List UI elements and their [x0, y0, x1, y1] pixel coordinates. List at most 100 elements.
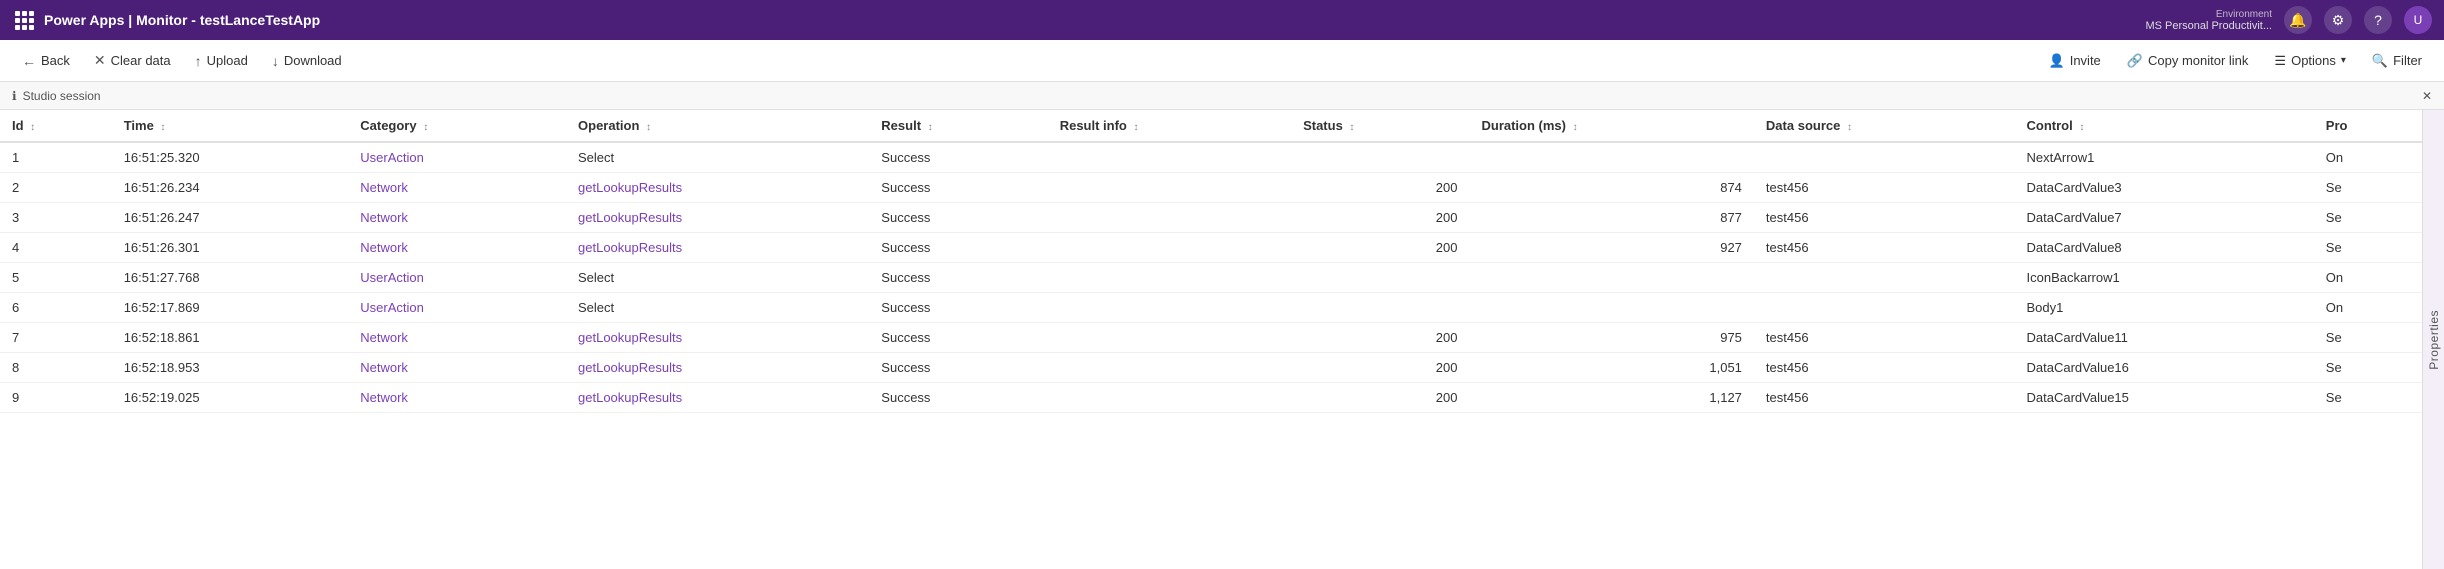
table-cell: 200: [1291, 383, 1469, 413]
col-time[interactable]: Time ↕: [112, 110, 349, 142]
table-cell: 16:52:19.025: [112, 383, 349, 413]
table-row[interactable]: 716:52:18.861NetworkgetLookupResultsSucc…: [0, 323, 2422, 353]
col-category[interactable]: Category ↕: [348, 110, 566, 142]
copy-monitor-link-button[interactable]: 🔗 Copy monitor link: [2117, 48, 2259, 74]
table-row[interactable]: 916:52:19.025NetworkgetLookupResultsSucc…: [0, 383, 2422, 413]
filter-label: Filter: [2393, 53, 2422, 68]
table-cell: getLookupResults: [566, 323, 869, 353]
back-icon: ←: [22, 53, 36, 69]
table-cell: getLookupResults: [566, 353, 869, 383]
table-cell: test456: [1754, 233, 2015, 263]
table-cell: 16:52:18.861: [112, 323, 349, 353]
table-cell: On: [2314, 293, 2422, 323]
app-title: Power Apps | Monitor - testLanceTestApp: [44, 12, 2137, 28]
settings-icon[interactable]: ⚙: [2324, 6, 2352, 34]
table-cell: Network: [348, 323, 566, 353]
table-cell: Success: [869, 293, 1047, 323]
col-result[interactable]: Result ↕: [869, 110, 1047, 142]
download-button[interactable]: ↓ Download: [262, 48, 352, 74]
invite-button[interactable]: 👤 Invite: [2039, 48, 2111, 74]
table-cell: Network: [348, 203, 566, 233]
table-cell: test456: [1754, 203, 2015, 233]
table-cell: 200: [1291, 203, 1469, 233]
table-cell: NextArrow1: [2015, 142, 2314, 173]
col-pro[interactable]: Pro: [2314, 110, 2422, 142]
table-cell: Network: [348, 173, 566, 203]
upload-button[interactable]: ↑ Upload: [185, 48, 258, 74]
table-cell: 16:52:17.869: [112, 293, 349, 323]
top-nav-bar: Power Apps | Monitor - testLanceTestApp …: [0, 0, 2444, 40]
table-cell: Select: [566, 142, 869, 173]
table-cell: [1048, 142, 1291, 173]
table-cell: [1048, 353, 1291, 383]
table-cell: On: [2314, 142, 2422, 173]
col-data-source[interactable]: Data source ↕: [1754, 110, 2015, 142]
table-cell: getLookupResults: [566, 383, 869, 413]
table-cell: [1469, 263, 1753, 293]
table-cell: DataCardValue3: [2015, 173, 2314, 203]
options-icon: ☰: [2274, 53, 2286, 69]
table-cell: Success: [869, 353, 1047, 383]
table-cell: 5: [0, 263, 112, 293]
properties-panel[interactable]: Properties: [2422, 110, 2444, 569]
back-button[interactable]: ← Back: [12, 48, 80, 74]
notifications-icon[interactable]: 🔔: [2284, 6, 2312, 34]
table-cell: Success: [869, 383, 1047, 413]
table-cell: test456: [1754, 353, 2015, 383]
table-cell: Network: [348, 353, 566, 383]
table-cell: 8: [0, 353, 112, 383]
session-label: Studio session: [23, 89, 101, 103]
filter-button[interactable]: 🔍 Filter: [2362, 48, 2432, 74]
properties-label: Properties: [2427, 310, 2441, 370]
table-row[interactable]: 416:51:26.301NetworkgetLookupResultsSucc…: [0, 233, 2422, 263]
table-cell: Se: [2314, 323, 2422, 353]
table-cell: 16:51:26.301: [112, 233, 349, 263]
table-cell: 3: [0, 203, 112, 233]
table-row[interactable]: 616:52:17.869UserActionSelectSuccessBody…: [0, 293, 2422, 323]
table-cell: Network: [348, 233, 566, 263]
table-cell: Body1: [2015, 293, 2314, 323]
options-button[interactable]: ☰ Options ▾: [2264, 48, 2356, 74]
col-duration[interactable]: Duration (ms) ↕: [1469, 110, 1753, 142]
table-cell: 7: [0, 323, 112, 353]
col-status[interactable]: Status ↕: [1291, 110, 1469, 142]
session-info-icon: ℹ: [12, 89, 17, 103]
table-cell: Success: [869, 233, 1047, 263]
table-cell: 1,051: [1469, 353, 1753, 383]
session-bar: ℹ Studio session ✕: [0, 82, 2444, 110]
table-cell: 200: [1291, 353, 1469, 383]
table-row[interactable]: 116:51:25.320UserActionSelectSuccessNext…: [0, 142, 2422, 173]
table-cell: test456: [1754, 383, 2015, 413]
table-row[interactable]: 516:51:27.768UserActionSelectSuccessIcon…: [0, 263, 2422, 293]
table-cell: Select: [566, 293, 869, 323]
session-close-button[interactable]: ✕: [2422, 89, 2432, 103]
table-cell: [1291, 293, 1469, 323]
table-cell: [1048, 203, 1291, 233]
toolbar: ← Back ✕ Clear data ↑ Upload ↓ Download …: [0, 40, 2444, 82]
table-cell: [1469, 293, 1753, 323]
table-cell: 16:51:27.768: [112, 263, 349, 293]
main-content: Id ↕ Time ↕ Category ↕ Operation ↕ Resul…: [0, 110, 2444, 569]
col-id[interactable]: Id ↕: [0, 110, 112, 142]
table-cell: DataCardValue8: [2015, 233, 2314, 263]
clear-data-button[interactable]: ✕ Clear data: [84, 47, 181, 74]
table-cell: getLookupResults: [566, 173, 869, 203]
table-cell: Success: [869, 173, 1047, 203]
table-cell: Se: [2314, 233, 2422, 263]
waffle-menu[interactable]: [12, 8, 36, 32]
col-operation[interactable]: Operation ↕: [566, 110, 869, 142]
table-cell: 9: [0, 383, 112, 413]
help-icon[interactable]: ?: [2364, 6, 2392, 34]
table-row[interactable]: 316:51:26.247NetworkgetLookupResultsSucc…: [0, 203, 2422, 233]
table-cell: DataCardValue15: [2015, 383, 2314, 413]
table-cell: 874: [1469, 173, 1753, 203]
col-result-info[interactable]: Result info ↕: [1048, 110, 1291, 142]
data-table-container: Id ↕ Time ↕ Category ↕ Operation ↕ Resul…: [0, 110, 2422, 569]
table-row[interactable]: 816:52:18.953NetworkgetLookupResultsSucc…: [0, 353, 2422, 383]
col-control[interactable]: Control ↕: [2015, 110, 2314, 142]
table-row[interactable]: 216:51:26.234NetworkgetLookupResultsSucc…: [0, 173, 2422, 203]
table-header-row: Id ↕ Time ↕ Category ↕ Operation ↕ Resul…: [0, 110, 2422, 142]
data-table: Id ↕ Time ↕ Category ↕ Operation ↕ Resul…: [0, 110, 2422, 413]
table-cell: [1291, 142, 1469, 173]
avatar[interactable]: U: [2404, 6, 2432, 34]
